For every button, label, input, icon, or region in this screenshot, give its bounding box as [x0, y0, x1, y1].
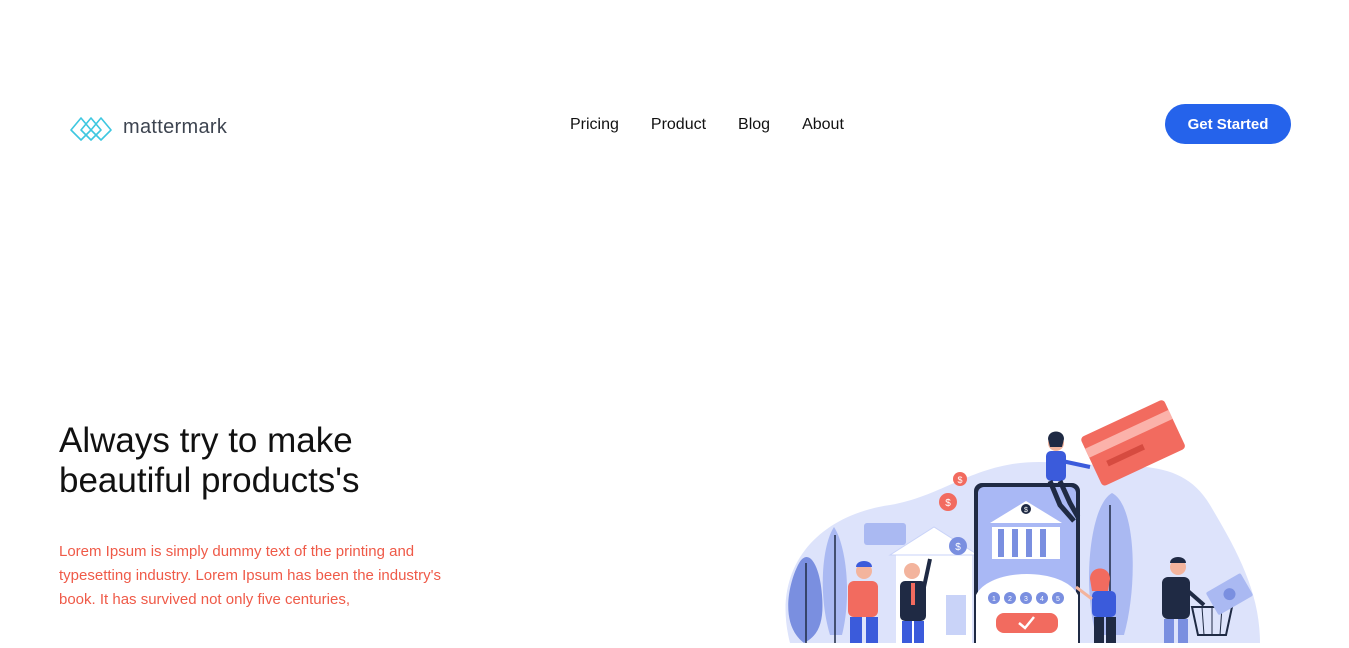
coin-dollar-3: $ [955, 542, 961, 553]
pin-digit-1: 1 [992, 596, 996, 603]
coin-dollar-1: $ [957, 475, 962, 485]
nav-pricing[interactable]: Pricing [570, 116, 619, 134]
pin-digit-5: 5 [1056, 596, 1060, 603]
pin-digit-3: 3 [1024, 596, 1028, 603]
brand-logo[interactable]: mattermark [69, 112, 227, 142]
online-banking-illustration: $ $ $ $ 1 2 3 4 5 [760, 395, 1300, 648]
pin-digit-4: 4 [1040, 596, 1044, 603]
hero-description: Lorem Ipsum is simply dummy text of the … [59, 543, 441, 608]
main-nav: Pricing Product Blog About [570, 116, 876, 134]
hero-title: Always try to make beautiful products's [59, 421, 360, 500]
pin-digit-2: 2 [1008, 596, 1012, 603]
mattermark-logo-icon [69, 112, 113, 142]
coin-dollar-2: $ [945, 498, 951, 509]
get-started-button[interactable]: Get Started [1165, 104, 1291, 144]
bank-dollar-symbol: $ [1024, 507, 1028, 514]
brand-name: mattermark [123, 115, 228, 138]
nav-blog[interactable]: Blog [738, 116, 770, 134]
nav-product[interactable]: Product [651, 116, 706, 134]
nav-about[interactable]: About [802, 116, 844, 134]
